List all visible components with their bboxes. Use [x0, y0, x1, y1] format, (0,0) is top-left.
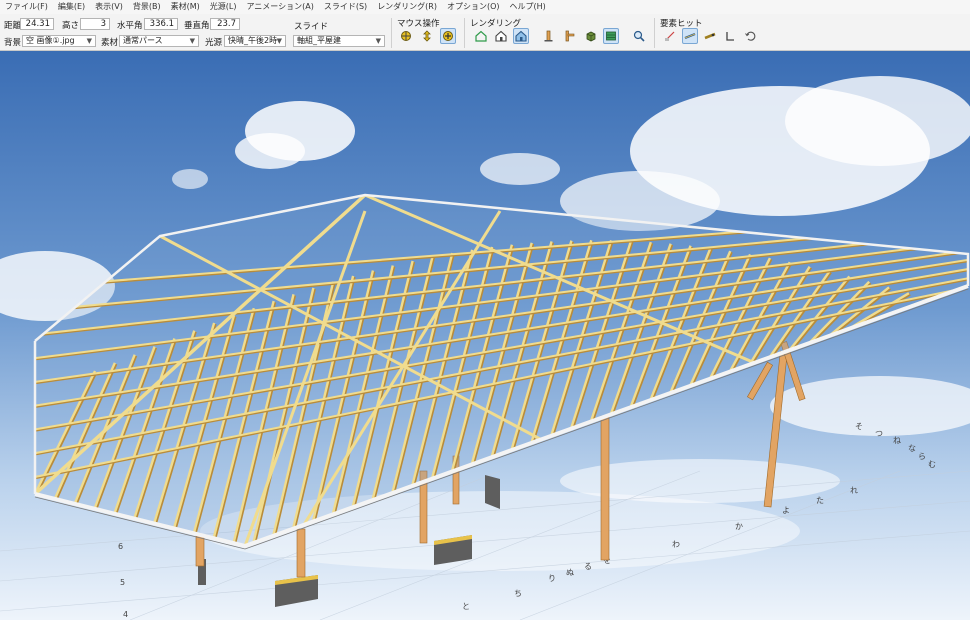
menu-item[interactable]: ヘルプ(H) [505, 0, 551, 14]
post [195, 535, 205, 567]
light-select[interactable]: 快晴_午後2時 ▼ [224, 35, 286, 47]
menu-bar: ファイル(F) 編集(E) 表示(V) 背景(B) 素材(M) 光源(L) アニメーション(… [0, 0, 970, 15]
timber-frame-scene[interactable]: 6 5 4 と ち り ぬ る を わ か よ た れ そ つ ね な ら む [0, 51, 970, 620]
menu-item[interactable]: 光源(L) [205, 0, 242, 14]
grid-number-label: 6 [118, 542, 123, 551]
menu-item[interactable]: 編集(E) [53, 0, 90, 14]
grid-kana-label: れ [850, 486, 858, 495]
grid-kana-label: よ [782, 506, 790, 515]
house-outline-icon [495, 30, 507, 42]
grid-kana-label: た [816, 496, 824, 505]
menu-item[interactable]: 表示(V) [90, 0, 128, 14]
material-label: 素材 [101, 38, 119, 48]
hit-beam-button[interactable] [702, 28, 718, 44]
menu-item[interactable]: 背景(B) [128, 0, 166, 14]
beam-icon [565, 30, 575, 42]
post [296, 528, 306, 578]
toolbar-separator [391, 18, 392, 48]
show-solid-button[interactable] [583, 28, 599, 44]
background-select-value: 空 画像①.jpg [26, 36, 75, 45]
height-label: 高さ [62, 21, 80, 31]
post [600, 415, 610, 561]
grid-kana-label: る [584, 562, 592, 571]
grid-kana-label: ら [918, 452, 926, 461]
show-columns-button[interactable] [541, 28, 557, 44]
slide-select-value: 軸組_平屋建 [297, 36, 341, 45]
menu-item[interactable]: スライド(S) [319, 0, 372, 14]
zoom-icon [443, 31, 453, 41]
grid-kana-label: ぬ [566, 568, 574, 577]
hit-brace-button[interactable] [662, 28, 678, 44]
vertical-angle-label: 垂直角 [184, 21, 210, 31]
inspect-button[interactable] [631, 28, 647, 44]
grid-kana-label: り [548, 574, 556, 583]
cube-icon [586, 31, 596, 42]
magnifier-icon [633, 30, 645, 42]
distance-label: 距離 [4, 21, 22, 31]
hit-corner-icon [726, 32, 734, 41]
menu-item[interactable]: アニメーション(A) [241, 0, 318, 14]
light-label: 光源 [205, 38, 223, 48]
grid-kana-label: む [928, 460, 936, 469]
menu-item[interactable]: レンダリング(R) [372, 0, 442, 14]
zoom-button[interactable] [440, 28, 456, 44]
grid-kana-label: つ [875, 429, 883, 438]
grid-kana-label: そ [855, 422, 863, 431]
grid-kana-label: か [735, 522, 743, 531]
vertical-angle-field[interactable]: 23.7 [210, 18, 240, 30]
hit-undo-icon [745, 31, 756, 41]
hit-corner-button[interactable] [722, 28, 738, 44]
chevron-down-icon: ▼ [189, 37, 195, 45]
grid-kana-label: と [462, 602, 470, 611]
grid-kana-label: わ [672, 540, 680, 549]
show-beams-button[interactable] [561, 28, 577, 44]
column-icon [544, 30, 553, 42]
render-shaded-button[interactable] [513, 28, 529, 44]
pan-button[interactable] [419, 28, 435, 44]
render-outline-button[interactable] [493, 28, 509, 44]
material-select-value: 通常パース [123, 36, 163, 45]
grid-kana-label: ち [514, 589, 522, 598]
rotate-button[interactable] [398, 28, 414, 44]
chevron-down-icon: ▼ [276, 37, 282, 45]
menu-item[interactable]: オプション(O) [442, 0, 505, 14]
rotate-icon [401, 31, 411, 41]
hit-undo-button[interactable] [742, 28, 758, 44]
toolbar-separator [464, 18, 465, 48]
background-select[interactable]: 空 画像①.jpg ▼ [22, 35, 96, 47]
layers-icon [606, 31, 616, 41]
3d-viewport[interactable]: 6 5 4 と ち り ぬ る を わ か よ た れ そ つ ね な ら む [0, 51, 970, 620]
grid-number-label: 5 [120, 578, 125, 587]
grid-number-label: 4 [123, 610, 128, 619]
grid-kana-label: ね [893, 436, 901, 445]
menu-item[interactable]: 素材(M) [166, 0, 205, 14]
foundation-block [485, 475, 500, 509]
horizontal-angle-field[interactable]: 336.1 [144, 18, 178, 30]
background-label: 背景 [4, 38, 22, 48]
show-layers-button[interactable] [603, 28, 619, 44]
toolbar-separator [654, 18, 655, 48]
slide-group-label: スライド [294, 22, 329, 32]
material-select[interactable]: 通常パース ▼ [119, 35, 199, 47]
house-shaded-icon [515, 30, 527, 42]
hit-stud-icon [684, 32, 696, 40]
app-window: ファイル(F) 編集(E) 表示(V) 背景(B) 素材(M) 光源(L) アニメーション(… [0, 0, 970, 620]
menu-item[interactable]: ファイル(F) [0, 0, 53, 14]
render-wire-button[interactable] [473, 28, 489, 44]
distance-field[interactable]: 24.31 [20, 18, 54, 30]
toolbar: 距離 24.31 高さ 3 水平角 336.1 垂直角 23.7 背景 空 画像… [0, 14, 970, 51]
hit-brace-icon [665, 31, 675, 41]
slide-select[interactable]: 軸組_平屋建 ▼ [293, 35, 385, 47]
height-field[interactable]: 3 [80, 18, 110, 30]
chevron-down-icon: ▼ [86, 37, 92, 45]
house-wire-icon [475, 30, 487, 42]
horizontal-angle-label: 水平角 [117, 21, 143, 31]
light-select-value: 快晴_午後2時 [228, 36, 278, 45]
hit-stud-button[interactable] [682, 28, 698, 44]
grid-kana-label: な [908, 444, 916, 453]
chevron-down-icon: ▼ [375, 37, 381, 45]
pan-icon [423, 30, 431, 42]
hit-beam-icon [704, 32, 716, 40]
